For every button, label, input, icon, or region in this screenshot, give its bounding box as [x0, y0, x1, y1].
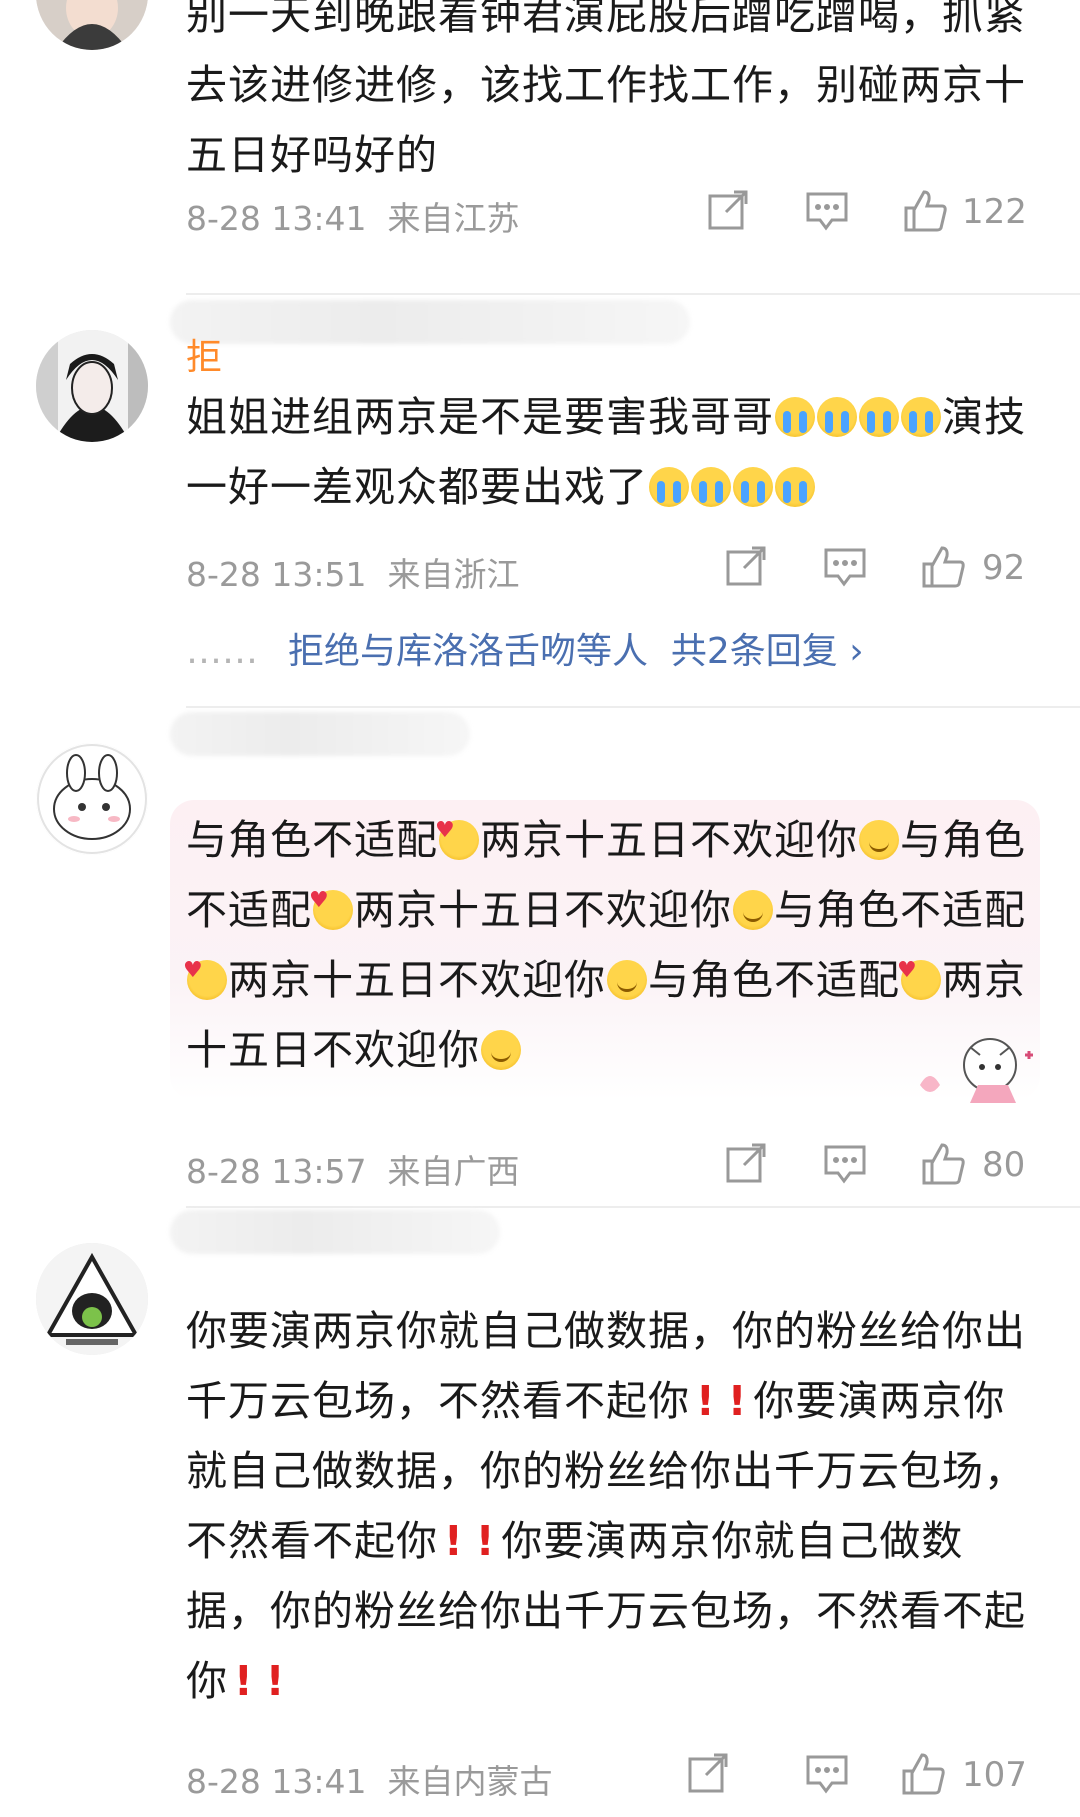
- username-redacted: [170, 300, 690, 344]
- share-icon[interactable]: [686, 1751, 736, 1801]
- comment-meta: 8-28 13:41 来自江苏 122: [186, 190, 1036, 242]
- kiss-emoji-icon: [183, 936, 227, 1006]
- thumbs-up-icon[interactable]: [900, 1751, 950, 1801]
- comment-timestamp: 8-28 13:41 来自江苏: [186, 199, 520, 238]
- exclamation-icon: !: [727, 1377, 748, 1425]
- share-icon[interactable]: [724, 1141, 774, 1191]
- thumbs-up-icon[interactable]: [920, 1141, 970, 1191]
- crying-emoji-icon: [775, 467, 815, 507]
- divider: [186, 706, 1080, 708]
- exclamation-icon: !: [265, 1657, 286, 1705]
- comment-icon[interactable]: [822, 1141, 872, 1191]
- thumbs-up-icon[interactable]: [920, 544, 970, 594]
- comment-meta: 8-28 13:41 来自内蒙古 107: [186, 1753, 1036, 1805]
- exclamation-icon: !: [234, 1657, 254, 1705]
- comment-icon[interactable]: [804, 188, 854, 238]
- comment-meta: 8-28 13:57 来自广西 80: [186, 1143, 1036, 1195]
- comment-actions: 107: [686, 1751, 1036, 1801]
- crying-emoji-icon: [901, 397, 941, 437]
- comment-timestamp: 8-28 13:57 来自广西: [186, 1152, 520, 1191]
- share-icon[interactable]: [706, 188, 756, 238]
- comment-icon[interactable]: [822, 544, 872, 594]
- view-replies-link[interactable]: …… 拒绝与库洛洛舌吻等人 共2条回复 ›: [186, 622, 864, 674]
- exclamation-icon: !: [475, 1517, 496, 1565]
- smile-emoji-icon: [607, 960, 647, 1000]
- like-count: 107: [962, 1755, 1027, 1795]
- comment-icon[interactable]: [804, 1751, 854, 1801]
- kiss-emoji-icon: [435, 796, 479, 866]
- share-icon[interactable]: [724, 544, 774, 594]
- username-redacted: [170, 1210, 500, 1254]
- crying-emoji-icon: [775, 397, 815, 437]
- kiss-emoji-icon: [309, 866, 353, 936]
- avatar[interactable]: [36, 743, 148, 855]
- thumbs-up-icon[interactable]: [902, 188, 952, 238]
- exclamation-icon: !: [696, 1377, 716, 1425]
- comment-actions: 80: [706, 1141, 1036, 1191]
- like-count: 92: [982, 548, 1026, 588]
- comment-text: 你要演两京你就自己做数据，你的粉丝给你出千万云包场，不然看不起你!! 你要演两京你…: [186, 1307, 1026, 1705]
- kiss-emoji-icon: [897, 936, 941, 1006]
- divider: [186, 1206, 1080, 1208]
- divider: [186, 293, 1080, 295]
- crying-emoji-icon: [817, 397, 857, 437]
- comment-text: 姐姐进组两京是不是要害我哥哥 演技一好一差观众都要出戏了: [186, 393, 1026, 511]
- crying-emoji-icon: [691, 467, 731, 507]
- avatar[interactable]: [36, 0, 148, 50]
- exclamation-icon: !: [444, 1517, 464, 1565]
- crying-emoji-icon: [733, 467, 773, 507]
- smile-emoji-icon: [859, 820, 899, 860]
- smile-emoji-icon: [733, 890, 773, 930]
- sticker-decoration: [920, 1038, 1033, 1103]
- comment-timestamp: 8-28 13:41 来自内蒙古: [186, 1762, 553, 1801]
- comment-text: 别一天到晚跟着钟君演屁股后蹭吃蹭喝，抓紧去该进修进修，该找工作找工作，别碰两京十…: [186, 0, 1026, 179]
- crying-emoji-icon: [859, 397, 899, 437]
- like-count: 80: [982, 1145, 1026, 1185]
- comment-timestamp: 8-28 13:51 来自浙江: [186, 555, 520, 594]
- comment-meta: 8-28 13:51 来自浙江 92: [186, 546, 1036, 598]
- username-fragment: 拒: [186, 337, 223, 378]
- smile-emoji-icon: [481, 1030, 521, 1070]
- avatar[interactable]: [36, 330, 148, 442]
- comment-actions: 92: [706, 544, 1036, 594]
- like-count: 122: [962, 192, 1027, 232]
- username-redacted: [170, 712, 470, 756]
- comment-actions: 122: [706, 188, 1036, 238]
- crying-emoji-icon: [649, 467, 689, 507]
- avatar[interactable]: [36, 1243, 148, 1355]
